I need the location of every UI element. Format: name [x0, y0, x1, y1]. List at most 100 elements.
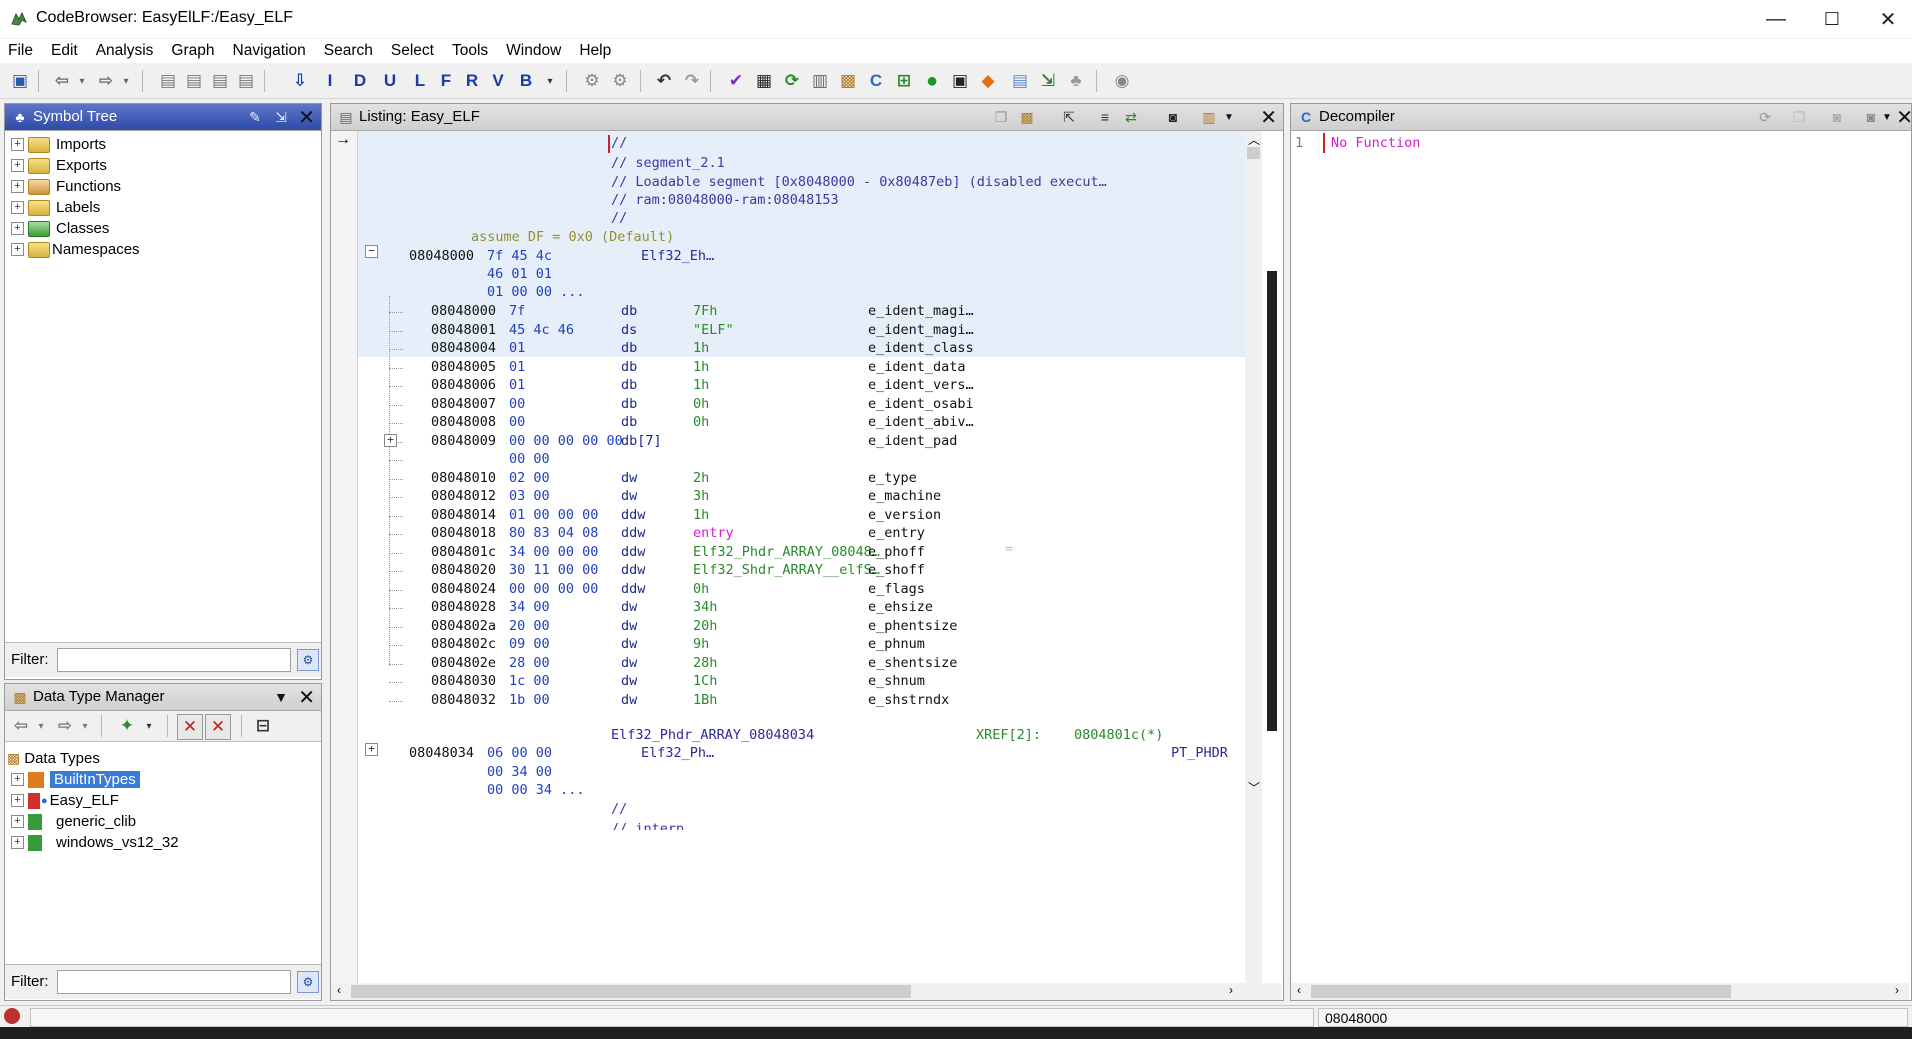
- row-field-name[interactable]: e_type: [868, 470, 917, 490]
- tree-item-labels[interactable]: + Labels: [11, 197, 100, 218]
- dtm-filter-pointers-icon[interactable]: ✕: [205, 714, 231, 740]
- row-bytes[interactable]: 09 00: [509, 636, 550, 656]
- diamond-icon[interactable]: ◆: [976, 69, 1000, 93]
- row-mnemonic[interactable]: dw: [621, 488, 637, 508]
- row-field-name[interactable]: e_ident_vers…: [868, 377, 974, 397]
- row-bytes[interactable]: 00 00 00 00: [509, 581, 598, 601]
- row-operand[interactable]: 1h: [693, 377, 709, 397]
- row-bytes[interactable]: 34 00 00 00: [509, 544, 598, 564]
- undo-icon[interactable]: ↶: [652, 69, 676, 93]
- menu-help[interactable]: Help: [570, 42, 620, 60]
- row-bytes[interactable]: 45 4c 46: [509, 322, 574, 342]
- decompile-icon[interactable]: C: [864, 69, 888, 93]
- row-operand[interactable]: entry: [693, 525, 734, 545]
- row-mnemonic[interactable]: dw: [621, 673, 637, 693]
- nav-next-icon[interactable]: ▤: [182, 69, 206, 93]
- row-address[interactable]: 08048005: [431, 359, 496, 379]
- row-operand[interactable]: 1Bh: [693, 692, 717, 712]
- row-mnemonic[interactable]: db: [621, 377, 637, 397]
- byte-dropdown-icon[interactable]: ▾: [538, 69, 562, 93]
- menu-graph[interactable]: Graph: [162, 42, 223, 60]
- dtm-back-dropdown-icon[interactable]: ▾: [29, 714, 53, 738]
- scroll-up-icon[interactable]: ︿: [1248, 131, 1260, 148]
- next-bookmark-icon[interactable]: R: [460, 69, 484, 93]
- cursor-select-icon[interactable]: ⇱: [1059, 107, 1079, 127]
- row-mnemonic[interactable]: ds: [621, 322, 637, 342]
- dtm-filter-arrays-icon[interactable]: ✕: [177, 714, 203, 740]
- decompiler-refresh-icon[interactable]: ⟳: [1755, 107, 1775, 127]
- expand-icon[interactable]: +: [11, 138, 24, 151]
- menu-window[interactable]: Window: [497, 42, 570, 60]
- row-address[interactable]: 0804802e: [431, 655, 496, 675]
- row-address[interactable]: 08048018: [431, 525, 496, 545]
- row-address[interactable]: 08048028: [431, 599, 496, 619]
- tree-item-builtintypes[interactable]: + BuiltInTypes: [11, 769, 140, 790]
- checkmark-icon[interactable]: ✔: [724, 69, 748, 93]
- back-dropdown-icon[interactable]: ▾: [70, 69, 94, 93]
- filter-options-icon[interactable]: ⚙: [297, 649, 319, 671]
- row-mnemonic[interactable]: ddw: [621, 544, 645, 564]
- symbol-filter-input[interactable]: [57, 648, 291, 672]
- row-field-name[interactable]: e_shnum: [868, 673, 925, 693]
- row-address[interactable]: 08048014: [431, 507, 496, 527]
- decompiler-horizontal-scrollbar[interactable]: ‹ ›: [1291, 983, 1909, 1000]
- row-bytes[interactable]: 1c 00: [509, 673, 550, 693]
- row-address[interactable]: 0804802a: [431, 618, 496, 638]
- dtm-archive-icon[interactable]: ✦: [115, 714, 139, 738]
- row-field-name[interactable]: e_phentsize: [868, 618, 957, 638]
- listing-horizontal-scrollbar[interactable]: ‹ ›: [331, 983, 1281, 1000]
- filter-options-icon[interactable]: ⚙: [297, 971, 319, 993]
- decompiler-close-icon[interactable]: ✕: [1896, 105, 1912, 130]
- row-operand[interactable]: 1h: [693, 340, 709, 360]
- row-bytes[interactable]: 01: [509, 377, 525, 397]
- row-mnemonic[interactable]: db[7]: [621, 433, 662, 453]
- tree-item-data-types-root[interactable]: ▩ Data Types: [7, 748, 100, 769]
- tree-item-easy-elf[interactable]: + ● Easy_ELF: [11, 790, 119, 811]
- row-address[interactable]: 08048007: [431, 396, 496, 416]
- symbol-create-icon[interactable]: ✎: [245, 107, 265, 127]
- row-bytes[interactable]: 00 00 00 00 00: [509, 433, 623, 453]
- data-type-filter-input[interactable]: [57, 970, 291, 994]
- function-graph-icon[interactable]: ⊞: [892, 69, 916, 93]
- next-data-icon[interactable]: ⇩: [288, 69, 312, 93]
- next-function-icon[interactable]: F: [434, 69, 458, 93]
- run-icon[interactable]: ●: [920, 69, 944, 93]
- next-undefined-icon[interactable]: U: [378, 69, 402, 93]
- struct-label[interactable]: Elf32_Eh…: [641, 248, 714, 268]
- row-operand[interactable]: 0h: [693, 414, 709, 434]
- overview-bar[interactable]: [1266, 131, 1278, 983]
- scroll-thumb[interactable]: [1311, 985, 1731, 998]
- menu-edit[interactable]: Edit: [42, 42, 87, 60]
- row-address[interactable]: 08048024: [431, 581, 496, 601]
- row-field-name[interactable]: e_shstrndx: [868, 692, 949, 712]
- row-field-name[interactable]: e_machine: [868, 488, 941, 508]
- decompiler-menu-dropdown-icon[interactable]: ▼: [1877, 107, 1897, 127]
- row-bytes[interactable]: 00 00: [509, 451, 550, 471]
- row-mnemonic[interactable]: db: [621, 414, 637, 434]
- row-address[interactable]: 08048009: [431, 433, 496, 453]
- row-mnemonic[interactable]: dw: [621, 470, 637, 490]
- next-byte-icon[interactable]: B: [514, 69, 538, 93]
- row-bytes[interactable]: 02 00: [509, 470, 550, 490]
- row-address[interactable]: 08048010: [431, 470, 496, 490]
- row-mnemonic[interactable]: db: [621, 396, 637, 416]
- row-bytes[interactable]: 01: [509, 340, 525, 360]
- phdr-address[interactable]: 08048034: [409, 745, 474, 765]
- expand-icon[interactable]: +: [11, 201, 24, 214]
- next-defined-icon[interactable]: D: [348, 69, 372, 93]
- struct-bytes[interactable]: 46 01 01: [487, 266, 552, 286]
- row-field-name[interactable]: e_ehsize: [868, 599, 933, 619]
- paste-icon[interactable]: ▩: [1017, 107, 1037, 127]
- forward-dropdown-icon[interactable]: ▾: [114, 69, 138, 93]
- symbol-navigate-icon[interactable]: ⇲: [271, 107, 291, 127]
- expand-icon[interactable]: +: [384, 434, 397, 447]
- nav-bookmark-icon[interactable]: ▤: [208, 69, 232, 93]
- tree-item-functions[interactable]: + Functions: [11, 176, 121, 197]
- redo-icon[interactable]: ↷: [680, 69, 704, 93]
- row-operand[interactable]: 1h: [693, 359, 709, 379]
- tree-item-generic-clib[interactable]: + generic_clib: [11, 811, 136, 832]
- tree-item-classes[interactable]: + Classes: [11, 218, 109, 239]
- row-mnemonic[interactable]: dw: [621, 692, 637, 712]
- row-address[interactable]: 08048012: [431, 488, 496, 508]
- row-bytes[interactable]: 80 83 04 08: [509, 525, 598, 545]
